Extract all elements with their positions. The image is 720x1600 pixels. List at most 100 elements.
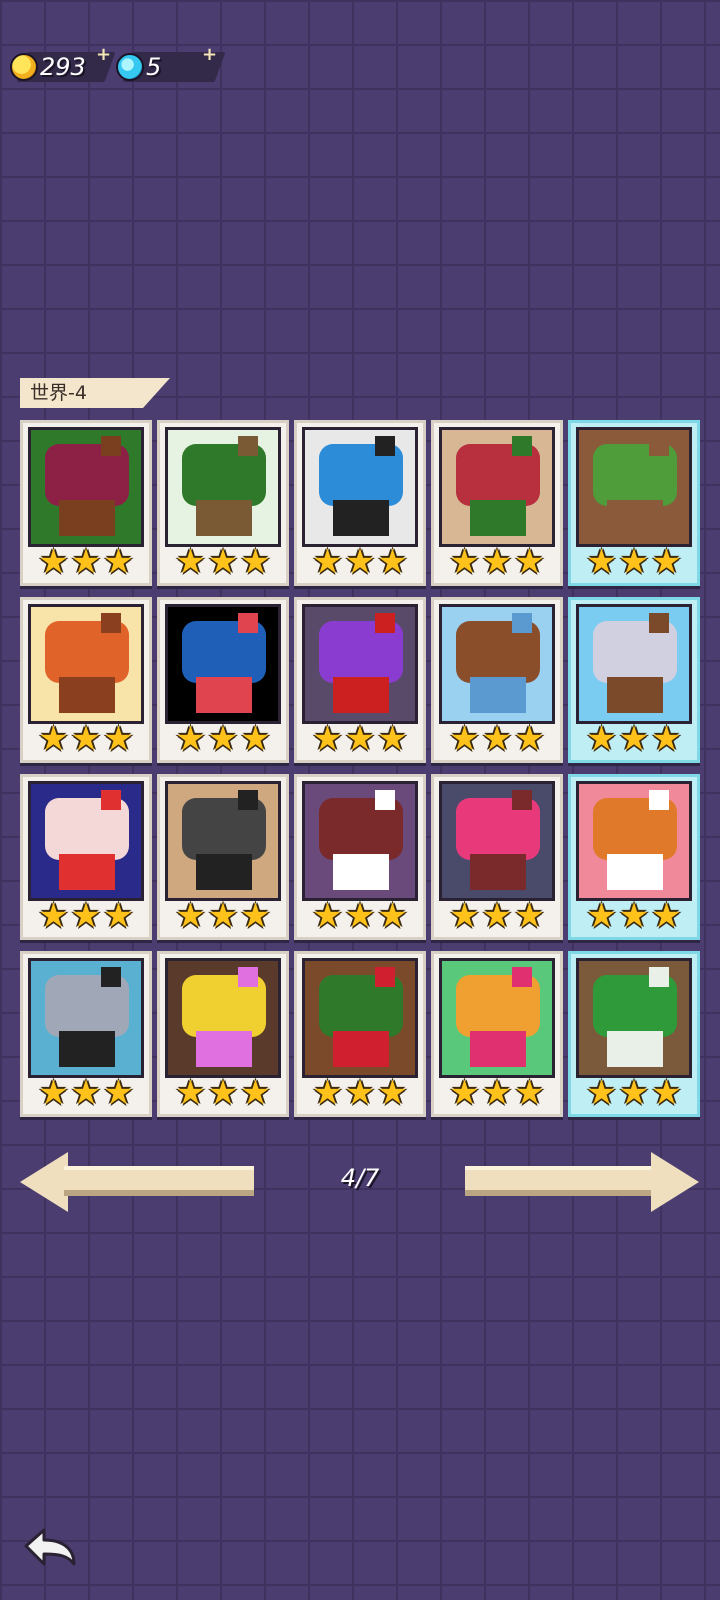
level-card[interactable]: ★ ★ ★	[568, 597, 700, 763]
level-card[interactable]: ★ ★ ★	[568, 951, 700, 1117]
level-stars: ★ ★ ★	[571, 1076, 697, 1110]
level-card[interactable]: ★ ★ ★	[294, 951, 426, 1117]
level-stars: ★ ★ ★	[297, 899, 423, 933]
level-stars: ★ ★ ★	[571, 899, 697, 933]
gem-icon	[116, 53, 144, 81]
add-gems-icon[interactable]: +	[202, 44, 217, 65]
star-icon: ★	[240, 1073, 271, 1113]
add-coins-icon[interactable]: +	[96, 44, 111, 65]
level-stars: ★ ★ ★	[23, 722, 149, 756]
level-stars: ★ ★ ★	[297, 722, 423, 756]
world-title: 世界-4	[30, 382, 87, 404]
level-card[interactable]: ★ ★ ★	[20, 951, 152, 1117]
level-thumbnail	[302, 781, 418, 901]
level-card[interactable]: ★ ★ ★	[431, 774, 563, 940]
level-card[interactable]: ★ ★ ★	[294, 420, 426, 586]
star-icon: ★	[586, 719, 617, 759]
level-card[interactable]: ★ ★ ★	[431, 420, 563, 586]
star-icon: ★	[514, 542, 545, 582]
coin-icon	[10, 53, 38, 81]
page-indicator: 4/7	[340, 1164, 380, 1192]
star-icon: ★	[175, 719, 206, 759]
star-icon: ★	[377, 542, 408, 582]
star-icon: ★	[344, 896, 376, 936]
level-stars: ★ ★ ★	[434, 899, 560, 933]
star-icon: ★	[207, 719, 239, 759]
star-icon: ★	[449, 1073, 480, 1113]
level-thumbnail	[439, 604, 555, 724]
star-icon: ★	[70, 542, 102, 582]
star-icon: ★	[38, 1073, 69, 1113]
level-thumbnail	[165, 781, 281, 901]
level-stars: ★ ★ ★	[297, 545, 423, 579]
star-icon: ★	[38, 542, 69, 582]
star-icon: ★	[207, 542, 239, 582]
level-stars: ★ ★ ★	[160, 899, 286, 933]
back-button[interactable]	[22, 1524, 78, 1572]
star-icon: ★	[514, 719, 545, 759]
star-icon: ★	[651, 719, 682, 759]
level-card[interactable]: ★ ★ ★	[294, 597, 426, 763]
star-icon: ★	[38, 719, 69, 759]
star-icon: ★	[175, 1073, 206, 1113]
level-card[interactable]: ★ ★ ★	[568, 420, 700, 586]
level-thumbnail	[28, 427, 144, 547]
star-icon: ★	[175, 542, 206, 582]
star-icon: ★	[377, 896, 408, 936]
level-stars: ★ ★ ★	[160, 1076, 286, 1110]
left-arrow-icon	[20, 1152, 68, 1212]
level-thumbnail	[439, 427, 555, 547]
level-card[interactable]: ★ ★ ★	[20, 774, 152, 940]
star-icon: ★	[481, 542, 513, 582]
star-icon: ★	[618, 1073, 650, 1113]
star-icon: ★	[481, 896, 513, 936]
star-icon: ★	[449, 542, 480, 582]
level-thumbnail	[302, 604, 418, 724]
star-icon: ★	[103, 896, 134, 936]
previous-page-button[interactable]	[20, 1152, 254, 1214]
next-page-button[interactable]	[465, 1152, 699, 1214]
back-arrow-icon	[24, 1528, 76, 1566]
gem-value: 5	[146, 53, 162, 81]
level-stars: ★ ★ ★	[297, 1076, 423, 1110]
level-thumbnail	[165, 427, 281, 547]
level-card[interactable]: ★ ★ ★	[157, 597, 289, 763]
coin-value: 293	[40, 53, 86, 81]
level-stars: ★ ★ ★	[434, 545, 560, 579]
level-thumbnail	[28, 958, 144, 1078]
star-icon: ★	[449, 719, 480, 759]
star-icon: ★	[344, 719, 376, 759]
level-thumbnail	[28, 781, 144, 901]
level-card[interactable]: ★ ★ ★	[431, 951, 563, 1117]
level-card[interactable]: ★ ★ ★	[157, 774, 289, 940]
star-icon: ★	[481, 719, 513, 759]
star-icon: ★	[70, 719, 102, 759]
star-icon: ★	[207, 896, 239, 936]
level-stars: ★ ★ ★	[434, 1076, 560, 1110]
star-icon: ★	[38, 896, 69, 936]
level-card[interactable]: ★ ★ ★	[157, 420, 289, 586]
star-icon: ★	[586, 1073, 617, 1113]
star-icon: ★	[240, 719, 271, 759]
star-icon: ★	[240, 896, 271, 936]
right-arrow-icon	[651, 1152, 699, 1212]
star-icon: ★	[481, 1073, 513, 1113]
star-icon: ★	[618, 719, 650, 759]
level-stars: ★ ★ ★	[571, 722, 697, 756]
star-icon: ★	[240, 542, 271, 582]
level-card[interactable]: ★ ★ ★	[431, 597, 563, 763]
level-card[interactable]: ★ ★ ★	[20, 420, 152, 586]
level-thumbnail	[302, 427, 418, 547]
star-icon: ★	[312, 542, 343, 582]
level-card[interactable]: ★ ★ ★	[157, 951, 289, 1117]
level-thumbnail	[302, 958, 418, 1078]
star-icon: ★	[514, 896, 545, 936]
star-icon: ★	[207, 1073, 239, 1113]
level-card[interactable]: ★ ★ ★	[568, 774, 700, 940]
level-thumbnail	[165, 604, 281, 724]
star-icon: ★	[175, 896, 206, 936]
level-stars: ★ ★ ★	[434, 722, 560, 756]
level-card[interactable]: ★ ★ ★	[294, 774, 426, 940]
level-card[interactable]: ★ ★ ★	[20, 597, 152, 763]
star-icon: ★	[312, 719, 343, 759]
